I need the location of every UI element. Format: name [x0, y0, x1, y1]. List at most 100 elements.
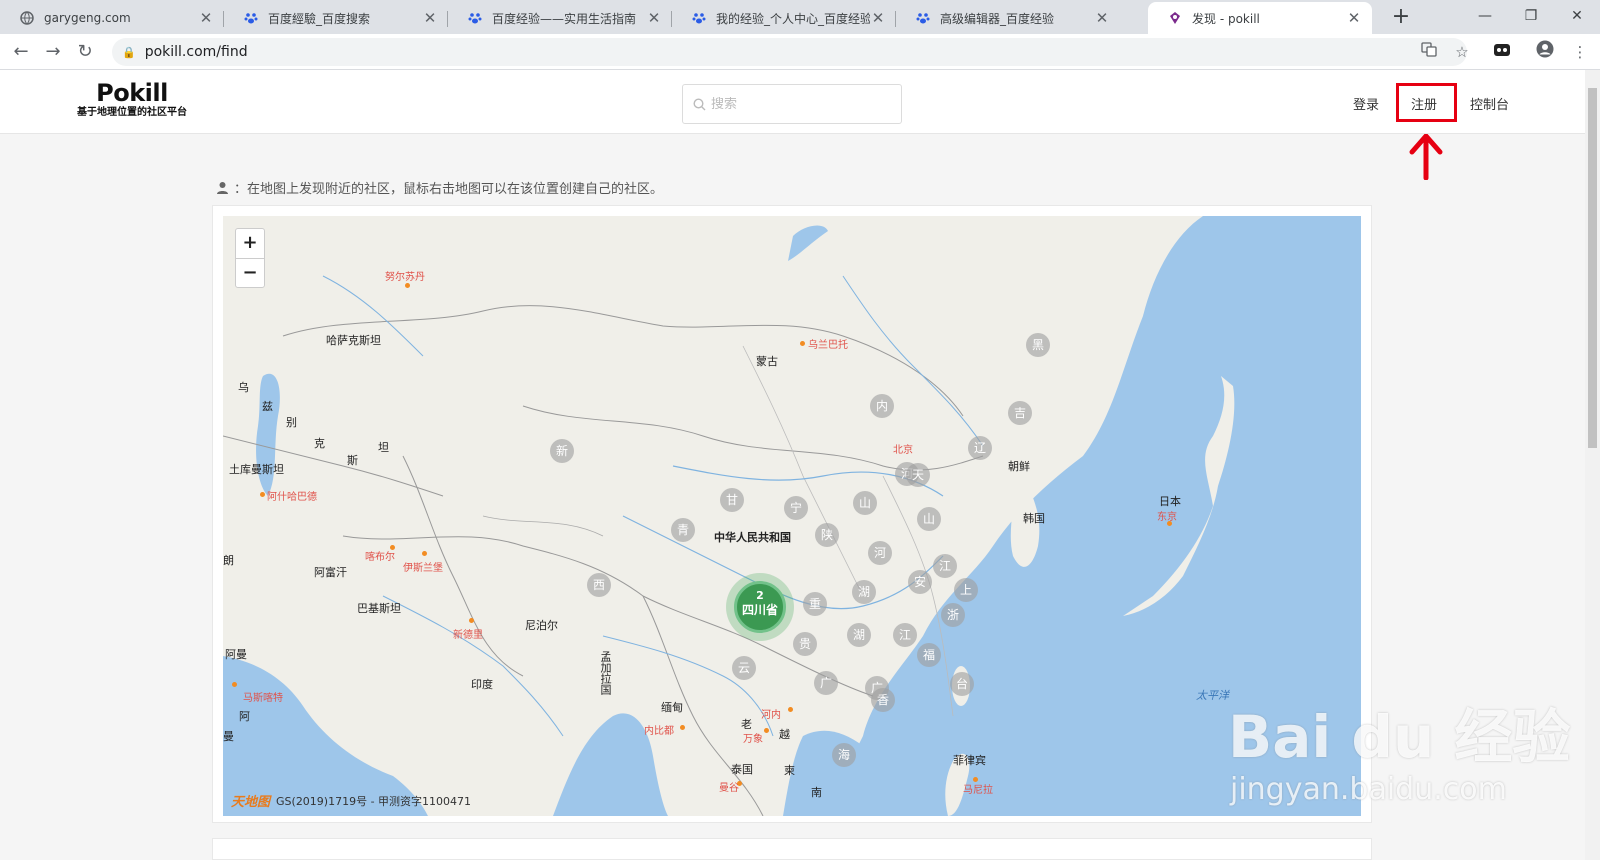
tab-title: garygeng.com [44, 11, 131, 25]
province-marker[interactable]: 上 [954, 578, 978, 602]
province-marker[interactable]: 云 [732, 656, 756, 680]
province-marker[interactable]: 内 [870, 394, 894, 418]
watermark-main: Bai du 经验 [1228, 703, 1571, 771]
map-label: 孟加拉国 [599, 651, 612, 695]
browser-tab-4[interactable]: 我的经验_个人中心_百度经验 ✕ [672, 2, 896, 34]
browser-tab-active[interactable]: 发现 - pokill ✕ [1148, 2, 1372, 34]
province-marker[interactable]: 陕 [815, 523, 839, 547]
province-marker[interactable]: 天 [906, 463, 930, 487]
province-marker[interactable]: 新 [550, 439, 574, 463]
close-window-button[interactable]: ✕ [1554, 0, 1600, 34]
user-icon [217, 182, 228, 194]
browser-tab-5[interactable]: 高级编辑器_百度经验 ✕ [896, 2, 1120, 34]
browser-tab-3[interactable]: 百度经验——实用生活指南 ✕ [448, 2, 672, 34]
close-tab-icon[interactable]: ✕ [646, 9, 662, 27]
baidu-paw-icon [468, 13, 482, 24]
map-label: 内比都 [644, 726, 674, 737]
map-label: 越 [779, 728, 790, 741]
map-label: 柬 [784, 764, 795, 777]
scrollbar-thumb[interactable] [1588, 88, 1597, 448]
capital-dot [405, 283, 410, 288]
baidu-paw-icon [692, 13, 706, 24]
next-panel-edge [212, 838, 1372, 860]
province-marker[interactable]: 台 [950, 672, 974, 696]
zoom-out-button[interactable]: − [236, 259, 264, 289]
console-link[interactable]: 控制台 [1470, 94, 1509, 113]
map-label: 韩国 [1023, 512, 1045, 525]
map-label: 蒙古 [756, 355, 778, 368]
province-marker[interactable]: 浙 [941, 603, 965, 627]
new-tab-button[interactable]: + [1388, 4, 1414, 30]
sichuan-cluster-marker[interactable]: 2 四川省 [726, 573, 794, 641]
register-highlight-box [1396, 83, 1457, 122]
close-tab-icon[interactable]: ✕ [422, 9, 438, 27]
forward-icon[interactable]: → [40, 39, 66, 65]
search-icon [693, 97, 706, 110]
province-marker[interactable]: 湖 [847, 623, 871, 647]
map-label: 兹 [262, 400, 273, 413]
province-marker[interactable]: 海 [832, 743, 856, 767]
profile-avatar-icon[interactable] [1533, 40, 1557, 64]
province-marker[interactable]: 河 [868, 541, 892, 565]
province-marker[interactable]: 湖 [852, 580, 876, 604]
tianditu-logo: 天地图 [231, 795, 271, 810]
map-label: 日本 [1159, 495, 1181, 508]
province-marker[interactable]: 宁 [784, 496, 808, 520]
map-label: 曼谷 [719, 783, 739, 794]
search-box[interactable] [682, 84, 902, 124]
map-label: 印度 [471, 678, 493, 691]
province-marker[interactable]: 福 [917, 643, 941, 667]
province-marker[interactable]: 山 [853, 491, 877, 515]
province-marker[interactable]: 甘 [720, 488, 744, 512]
more-menu-icon[interactable]: ⋮ [1568, 40, 1592, 64]
browser-tab-1[interactable]: garygeng.com ✕ [0, 2, 224, 34]
close-tab-icon[interactable]: ✕ [1346, 9, 1362, 27]
bookmark-star-icon[interactable]: ☆ [1450, 40, 1474, 64]
site-logo[interactable]: Pokill 基于地理位置的社区平台 [70, 80, 194, 120]
province-marker[interactable]: 辽 [968, 436, 992, 460]
province-marker[interactable]: 黑 [1026, 333, 1050, 357]
province-marker[interactable]: 青 [671, 518, 695, 542]
close-tab-icon[interactable]: ✕ [870, 9, 886, 27]
address-bar[interactable]: 🔒 pokill.com/find [112, 38, 1467, 66]
search-input[interactable] [711, 96, 891, 112]
capital-dot [1167, 521, 1172, 526]
map-label: 阿曼 [225, 648, 247, 661]
province-marker[interactable]: 广 [814, 671, 838, 695]
map-label: 中华人民共和国 [714, 531, 791, 544]
reload-icon[interactable]: ↻ [72, 39, 98, 65]
map-label: 北京 [893, 445, 913, 456]
province-marker[interactable]: 江 [933, 554, 957, 578]
map-label: 南 [811, 786, 822, 799]
map-label: 马尼拉 [963, 785, 993, 796]
map-label: 克 [314, 437, 325, 450]
login-link[interactable]: 登录 [1353, 94, 1379, 113]
capital-dot [764, 728, 769, 733]
minimize-button[interactable]: — [1462, 0, 1508, 34]
province-marker[interactable]: 重 [803, 592, 827, 616]
watermark-sub: jingyan.baidu.com [1230, 772, 1507, 807]
close-tab-icon[interactable]: ✕ [1094, 9, 1110, 27]
page-scrollbar[interactable] [1585, 70, 1600, 860]
browser-tab-2[interactable]: 百度經驗_百度搜索 ✕ [224, 2, 448, 34]
map-canvas[interactable]: + − 蒙古 乌兰巴托 哈萨克斯坦 努尔苏丹 土库曼斯坦 阿什哈巴德 阿富汗 喀… [223, 216, 1361, 816]
map-attribution: 天地图 GS(2019)1719号 - 甲测资字1100471 [231, 791, 471, 811]
province-marker[interactable]: 安 [908, 570, 932, 594]
province-marker[interactable]: 山 [917, 507, 941, 531]
zoom-control: + − [235, 228, 265, 288]
extension-icon[interactable] [1490, 40, 1514, 64]
zoom-in-button[interactable]: + [236, 229, 264, 259]
back-icon[interactable]: ← [8, 39, 34, 65]
province-marker[interactable]: 江 [893, 623, 917, 647]
province-marker[interactable]: 贵 [793, 632, 817, 656]
close-tab-icon[interactable]: ✕ [198, 9, 214, 27]
site-header: Pokill 基于地理位置的社区平台 登录 注册 控制台 [0, 70, 1585, 134]
browser-tab-bar: garygeng.com ✕ 百度經驗_百度搜索 ✕ 百度经验——实用生活指南 … [0, 0, 1600, 34]
globe-icon [20, 11, 34, 25]
province-marker[interactable]: 西 [587, 573, 611, 597]
province-marker[interactable]: 香 [871, 688, 895, 712]
restore-button[interactable]: ❐ [1508, 0, 1554, 34]
province-marker[interactable]: 吉 [1008, 401, 1032, 425]
translate-icon[interactable] [1417, 40, 1441, 64]
logo-title: Pokill [96, 79, 168, 107]
